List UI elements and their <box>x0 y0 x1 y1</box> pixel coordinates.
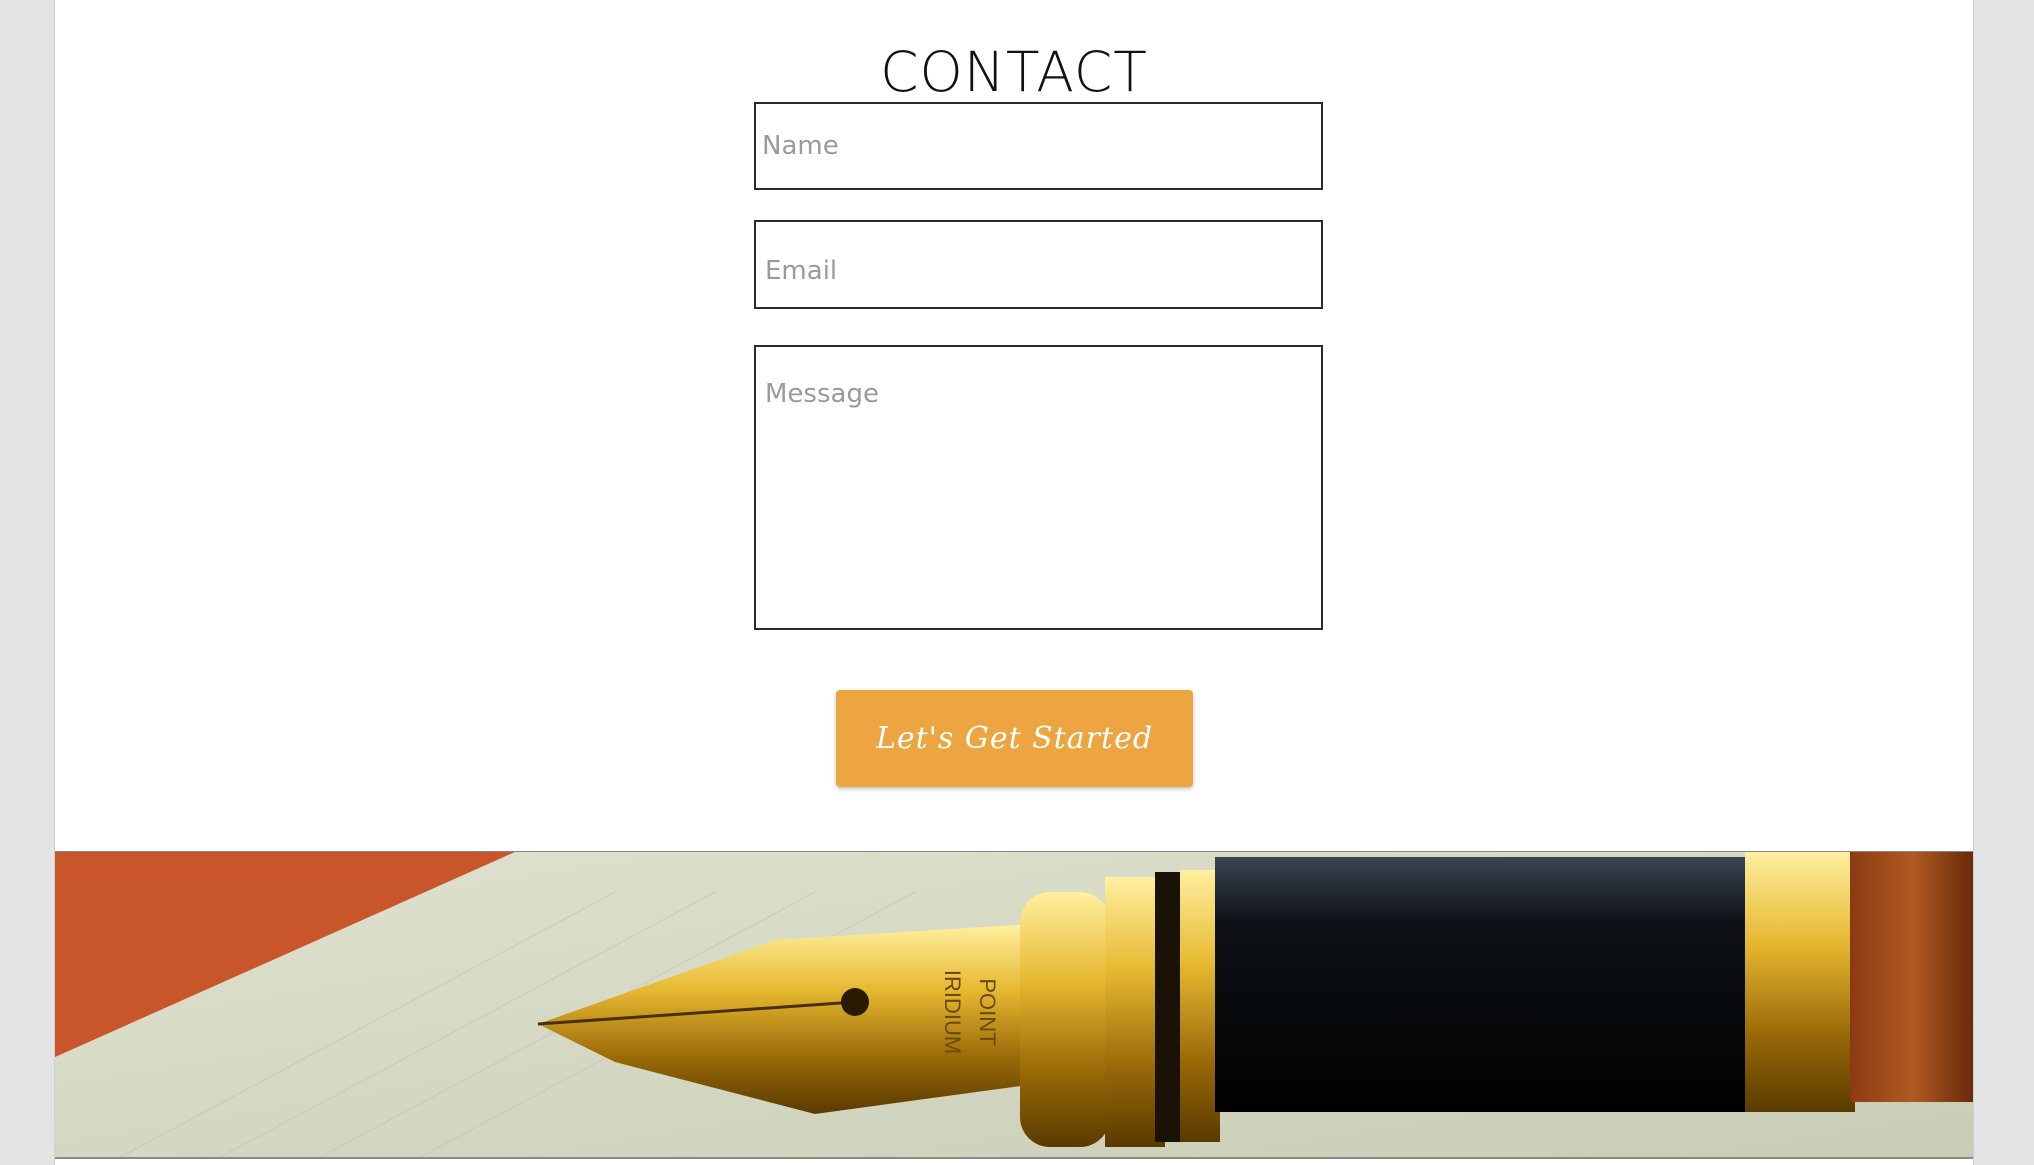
email-field[interactable] <box>754 220 1323 309</box>
page: CONTACT Let's Get Started <box>54 0 1974 1165</box>
message-field[interactable] <box>754 345 1323 630</box>
page-title: CONTACT <box>880 39 1148 104</box>
nib-engraving-iridium: IRIDIUM <box>940 970 965 1054</box>
banner-image: IRIDIUM POINT <box>55 851 1973 1159</box>
name-field[interactable] <box>754 102 1323 190</box>
nib-engraving-point: POINT <box>975 978 1000 1045</box>
submit-button[interactable]: Let's Get Started <box>836 690 1193 787</box>
fountain-pen-photo: IRIDIUM POINT <box>55 852 1973 1157</box>
